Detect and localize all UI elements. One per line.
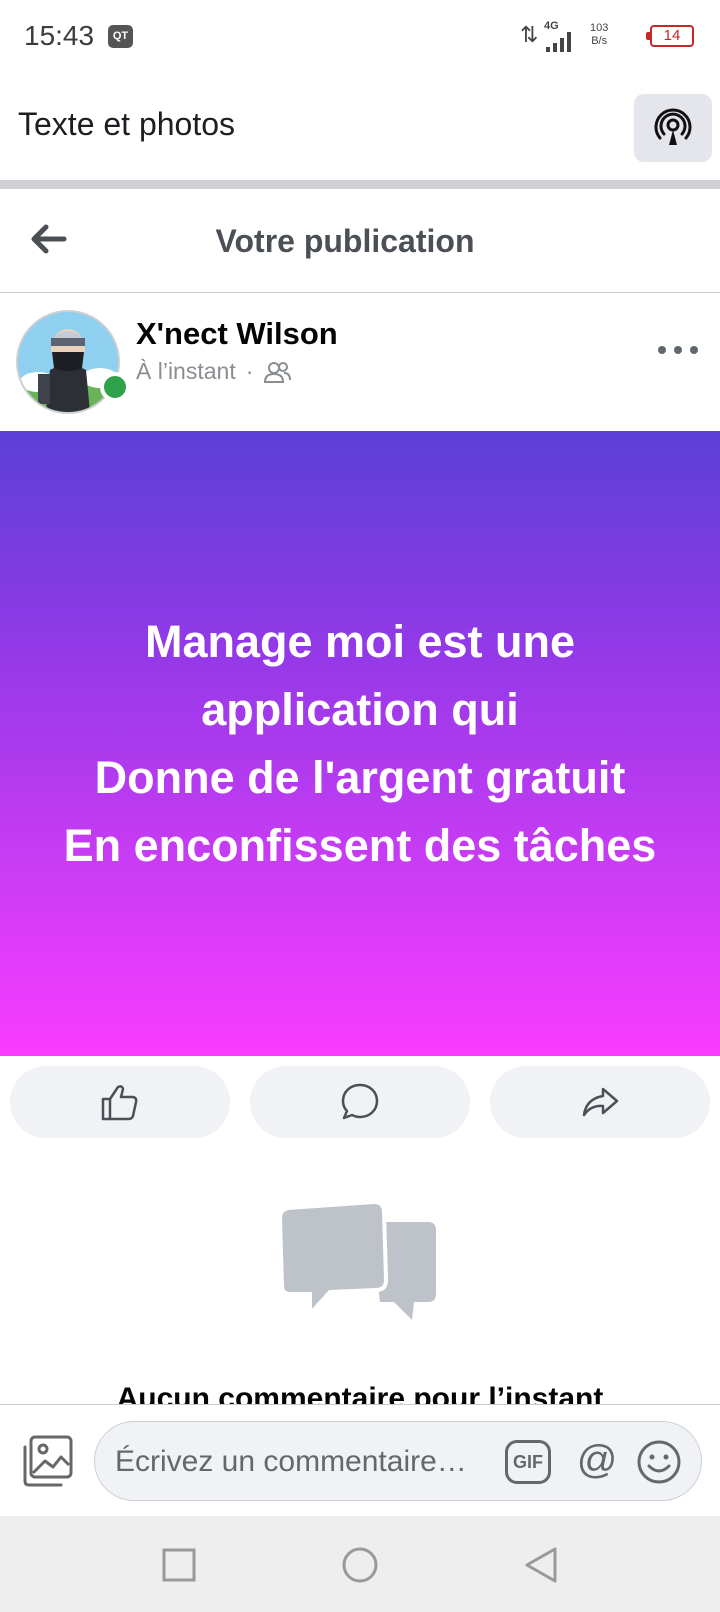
- like-button[interactable]: [10, 1066, 230, 1138]
- post-nav-title: Votre publication: [215, 223, 475, 259]
- post-text-line: En enconfissent des tâches: [63, 819, 657, 871]
- gif-button[interactable]: GIF: [505, 1440, 551, 1484]
- emoji-icon[interactable]: [635, 1438, 683, 1486]
- comment-button[interactable]: [250, 1066, 470, 1138]
- comment-composer: GIF @: [0, 1404, 720, 1516]
- signal-icon: [546, 32, 571, 52]
- post-author-row: X'nect Wilson À l’instant ·: [0, 294, 720, 431]
- more-dot-icon: [658, 346, 666, 354]
- post-text: Manage moi est une application qui Donne…: [20, 608, 700, 880]
- share-button[interactable]: [490, 1066, 710, 1138]
- comment-bubble-icon: [341, 1083, 379, 1120]
- comment-input-container: GIF @: [94, 1421, 702, 1501]
- broadcast-button[interactable]: [634, 94, 712, 162]
- comments-empty-icon: [277, 1202, 436, 1320]
- online-status-indicator: [100, 372, 130, 402]
- photo-icon: [23, 1435, 73, 1487]
- header-divider: [0, 180, 720, 189]
- comment-input[interactable]: [115, 1444, 475, 1480]
- circle-icon: [342, 1547, 378, 1583]
- network-type: 4G: [544, 20, 559, 32]
- meta-separator: ·: [245, 358, 254, 384]
- notification-app-icon: QT: [108, 25, 133, 48]
- broadcast-icon: [654, 108, 692, 145]
- network-speed-value: 103: [590, 22, 609, 34]
- mention-button[interactable]: @: [573, 1436, 621, 1484]
- more-dot-icon: [674, 346, 682, 354]
- photo-button[interactable]: [20, 1433, 76, 1489]
- post-actions: [0, 1056, 720, 1146]
- no-comments-text: Aucun commentaire pour l’instant: [116, 1382, 604, 1404]
- friends-icon[interactable]: [263, 360, 292, 384]
- thumbs-up-icon: [101, 1085, 138, 1121]
- data-transfer-icon: ⇅: [520, 22, 539, 47]
- triangle-back-icon: [525, 1547, 557, 1583]
- post-text-line: Manage moi est une: [144, 615, 576, 667]
- post-meta: À l’instant ·: [136, 358, 292, 385]
- share-arrow-icon: [582, 1087, 619, 1117]
- post-text-line: Donne de l'argent gratuit: [94, 751, 626, 803]
- post-background: Manage moi est une application qui Donne…: [0, 431, 720, 1056]
- more-options-button[interactable]: [658, 340, 698, 360]
- post-text-line: application qui: [201, 683, 519, 735]
- author-name[interactable]: X'nect Wilson: [136, 316, 338, 352]
- recent-apps-button[interactable]: [156, 1542, 202, 1588]
- comments-empty-state: Aucun commentaire pour l’instant: [0, 1146, 720, 1404]
- back-nav-button[interactable]: [518, 1542, 564, 1588]
- status-time: 15:43: [24, 20, 95, 51]
- post-timestamp[interactable]: À l’instant: [136, 358, 236, 385]
- app-header: Texte et photos: [0, 74, 720, 180]
- system-navigation-bar: [0, 1516, 720, 1612]
- home-button[interactable]: [337, 1542, 383, 1588]
- status-bar: 15:43 QT ⇅ 4G 103 B/s 14: [0, 0, 720, 74]
- network-speed-unit: B/s: [591, 35, 608, 47]
- network-speed: 103 B/s: [590, 22, 608, 48]
- post-nav-bar: Votre publication: [0, 189, 720, 293]
- more-dot-icon: [690, 346, 698, 354]
- app-header-title: Texte et photos: [18, 106, 236, 142]
- battery-icon: 14: [646, 25, 694, 47]
- square-icon: [162, 1548, 196, 1582]
